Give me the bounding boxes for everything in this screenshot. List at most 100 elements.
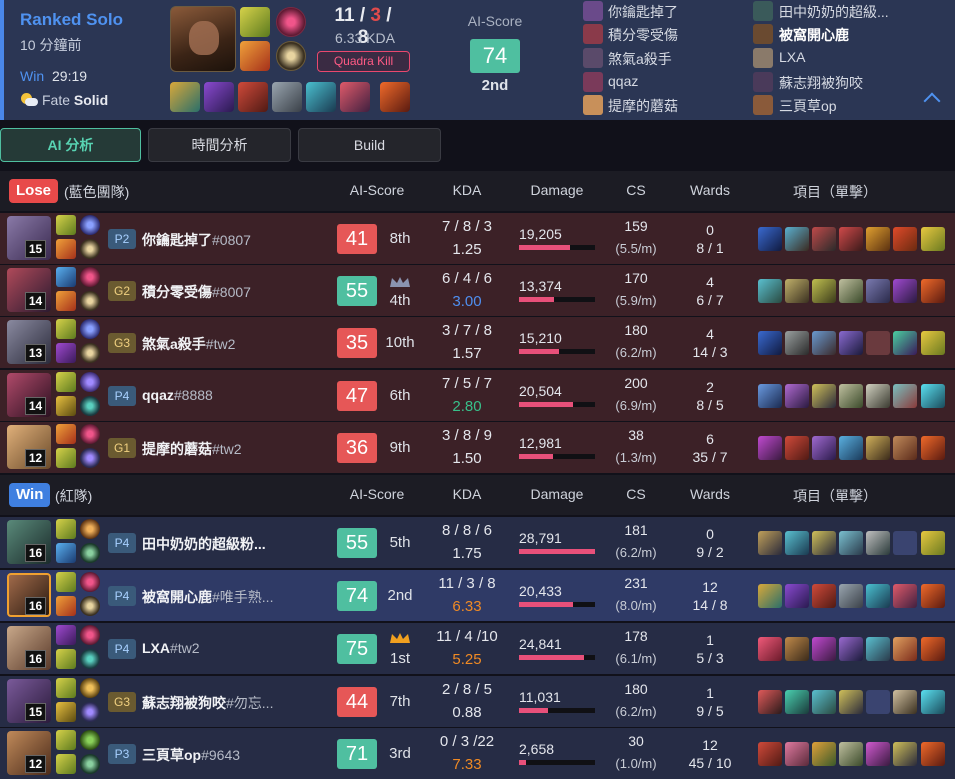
item-icon[interactable]	[812, 531, 836, 555]
champion-portrait[interactable]	[170, 6, 236, 72]
cleanse-spell-icon[interactable]	[56, 625, 76, 645]
keystone-rune-icon[interactable]	[80, 215, 100, 235]
item-icon[interactable]	[812, 584, 836, 608]
secondary-rune-icon[interactable]	[276, 41, 306, 71]
item-icon[interactable]	[758, 436, 782, 460]
item-icon[interactable]	[866, 531, 890, 555]
flash-spell-icon[interactable]	[56, 372, 76, 392]
item-icon[interactable]	[839, 331, 863, 355]
trinket-icon[interactable]	[921, 436, 945, 460]
item-icon[interactable]	[839, 384, 863, 408]
flash-spell-icon[interactable]	[56, 730, 76, 750]
keystone-rune-icon[interactable]	[80, 267, 100, 287]
secondary-rune-icon[interactable]	[80, 543, 100, 563]
flash-spell-icon[interactable]	[56, 519, 76, 539]
summoner-name[interactable]: 積分零受傷#8007	[142, 282, 251, 302]
item-icon[interactable]	[866, 384, 890, 408]
keystone-rune-icon[interactable]	[80, 572, 100, 592]
item-icon[interactable]	[839, 690, 863, 714]
item-icon[interactable]	[758, 637, 782, 661]
secondary-rune-icon[interactable]	[80, 343, 100, 363]
item-icon[interactable]	[839, 637, 863, 661]
player-row[interactable]: 12 G1 提摩的蘑菇#tw2 36 9th 3 / 8 / 9 1.50 12…	[0, 422, 955, 473]
player-row[interactable]: 14 P4 qqaz#8888 47 6th 7 / 5 / 7 2.80 20…	[0, 370, 955, 421]
flash-spell-icon[interactable]	[56, 319, 76, 339]
item-icon[interactable]	[785, 384, 809, 408]
item-icon[interactable]	[866, 742, 890, 766]
item-icon[interactable]	[893, 584, 917, 608]
secondary-rune-icon[interactable]	[80, 649, 100, 669]
player-row-self[interactable]: 16 P4 被窩開心鹿#唯手熟... 74 2nd 11 / 3 / 8 6.3…	[0, 570, 955, 621]
keystone-rune-icon[interactable]	[80, 519, 100, 539]
participant-name-self[interactable]: 被窩開心鹿	[779, 25, 849, 45]
player-row[interactable]: 13 G3 煞氣a殺手#tw2 35 10th 3 / 7 / 8 1.57 1…	[0, 317, 955, 368]
summoner-name[interactable]: LXA#tw2	[142, 640, 200, 656]
ghost-spell-icon[interactable]	[56, 543, 76, 563]
item-5-icon[interactable]	[306, 82, 336, 112]
item-icon[interactable]	[758, 279, 782, 303]
item-icon[interactable]	[758, 227, 782, 251]
item-icon[interactable]	[866, 227, 890, 251]
trinket-icon[interactable]	[921, 742, 945, 766]
item-icon[interactable]	[758, 690, 782, 714]
keystone-rune-icon[interactable]	[80, 625, 100, 645]
item-icon[interactable]	[812, 742, 836, 766]
trinket-icon[interactable]	[921, 531, 945, 555]
participant-name[interactable]: 三頁草op	[779, 96, 837, 116]
tab-build[interactable]: Build	[298, 128, 441, 162]
heal-spell-icon[interactable]	[56, 702, 76, 722]
player-row[interactable]: 12 P3 三頁草op#9643 71 3rd 0 / 3 /22 7.33 2…	[0, 728, 955, 779]
summoner-name[interactable]: 你鑰匙掉了#0807	[142, 230, 251, 250]
summoner-name[interactable]: 蘇志翔被狗咬#勿忘...	[142, 693, 273, 713]
participant-name[interactable]: 你鑰匙掉了	[608, 2, 678, 22]
secondary-rune-icon[interactable]	[80, 702, 100, 722]
participant-name[interactable]: 田中奶奶的超級...	[779, 2, 889, 22]
player-row[interactable]: 15 P2 你鑰匙掉了#0807 41 8th 7 / 8 / 3 1.25 1…	[0, 213, 955, 264]
item-icon[interactable]	[893, 690, 917, 714]
item-icon[interactable]	[812, 331, 836, 355]
heal-spell-icon[interactable]	[56, 396, 76, 416]
flash-spell-icon[interactable]	[56, 678, 76, 698]
cleanse-spell-icon[interactable]	[56, 343, 76, 363]
item-2-icon[interactable]	[204, 82, 234, 112]
ignite-spell-icon[interactable]	[240, 41, 270, 71]
item-icon[interactable]	[893, 384, 917, 408]
exhaust-spell-icon[interactable]	[56, 754, 76, 774]
trinket-icon[interactable]	[380, 82, 410, 112]
match-summary-header[interactable]: Ranked Solo 10 分鐘前 Win 29:19 Fate Solid …	[0, 0, 955, 120]
item-icon[interactable]	[785, 584, 809, 608]
player-row[interactable]: 16 P4 LXA#tw2 75 1st 11 / 4 /10 5.25 24,…	[0, 623, 955, 674]
item-icon[interactable]	[893, 331, 917, 355]
item-icon[interactable]	[785, 227, 809, 251]
ignite-spell-icon[interactable]	[56, 424, 76, 444]
summoner-name[interactable]: 三頁草op#9643	[142, 745, 240, 765]
item-icon[interactable]	[812, 637, 836, 661]
player-row[interactable]: 16 P4 田中奶奶的超級粉... 55 5th 8 / 8 / 6 1.75 …	[0, 517, 955, 568]
item-icon[interactable]	[758, 331, 782, 355]
flash-spell-icon[interactable]	[56, 448, 76, 468]
ghost-spell-icon[interactable]	[56, 267, 76, 287]
keystone-rune-icon[interactable]	[80, 319, 100, 339]
summoner-name[interactable]: 田中奶奶的超級粉...	[142, 534, 266, 554]
participant-name[interactable]: LXA	[779, 49, 805, 65]
item-icon[interactable]	[866, 279, 890, 303]
ignite-spell-icon[interactable]	[56, 239, 76, 259]
item-icon[interactable]	[785, 690, 809, 714]
item-icon[interactable]	[893, 637, 917, 661]
participant-name[interactable]: 蘇志翔被狗咬	[779, 73, 863, 93]
item-icon[interactable]	[812, 384, 836, 408]
trinket-icon[interactable]	[921, 331, 945, 355]
trinket-icon[interactable]	[921, 690, 945, 714]
keystone-rune-icon[interactable]	[80, 424, 100, 444]
flash-spell-icon[interactable]	[56, 215, 76, 235]
item-icon[interactable]	[758, 584, 782, 608]
summoner-name[interactable]: 被窩開心鹿#唯手熟...	[142, 587, 273, 607]
item-icon[interactable]	[893, 742, 917, 766]
item-icon[interactable]	[812, 227, 836, 251]
item-icon[interactable]	[839, 531, 863, 555]
flash-spell-icon[interactable]	[56, 649, 76, 669]
keystone-rune-icon[interactable]	[80, 372, 100, 392]
item-icon[interactable]	[812, 690, 836, 714]
keystone-rune-icon[interactable]	[276, 7, 306, 37]
tab-ai-analysis[interactable]: AI 分析	[0, 128, 141, 162]
